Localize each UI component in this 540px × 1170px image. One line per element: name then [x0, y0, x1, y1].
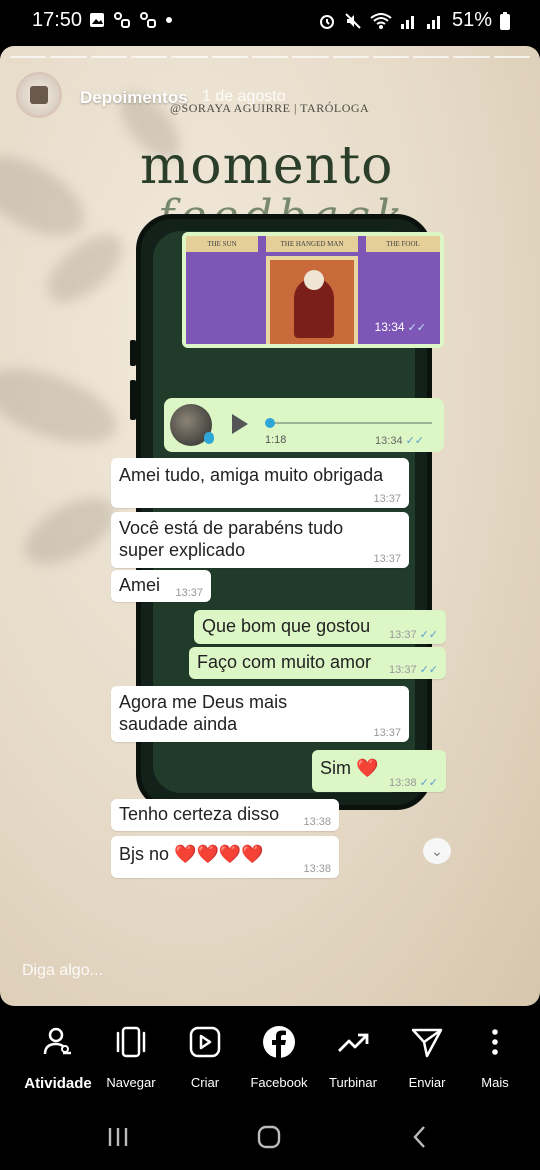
- status-bar: 17:50 51%: [0, 0, 540, 44]
- facebook-icon: [263, 1026, 295, 1058]
- message-bubble[interactable]: Amei tudo, amiga muito obrigada 13:37: [111, 458, 409, 508]
- message-time: 13:38: [303, 863, 331, 875]
- message-text: Que bom que gostou: [202, 616, 371, 636]
- notification-icons: [89, 12, 173, 28]
- message-time: 13:38 ✓✓: [389, 777, 438, 789]
- message-text: Faço com muito amor: [197, 652, 372, 672]
- message-time: 13:34 ✓✓: [374, 320, 426, 334]
- action-label: Navegar: [106, 1075, 156, 1090]
- message-bubble[interactable]: Amei 13:37: [111, 570, 211, 602]
- wifi-icon: [370, 12, 392, 29]
- message-time: 13:37: [373, 493, 401, 505]
- audio-duration: 1:18: [265, 434, 287, 446]
- message-bubble[interactable]: Agora me Deus mais saudade ainda 13:37: [111, 686, 409, 742]
- gallery-icon: [90, 13, 104, 27]
- notification-icon: [114, 12, 130, 28]
- message-time: 13:37 ✓✓: [389, 664, 438, 676]
- tarot-card-image: [266, 256, 358, 344]
- message-time: 13:37 ✓✓: [389, 629, 438, 641]
- signal-icon-2: [426, 15, 440, 29]
- audio-scrubber[interactable]: [265, 418, 275, 428]
- message-time: 13:37: [175, 587, 203, 599]
- status-time: 17:50: [32, 9, 83, 31]
- message-text: Amei tudo, amiga muito obrigada: [119, 465, 384, 485]
- back-icon: [413, 1126, 425, 1148]
- message-text: Amei: [119, 575, 161, 595]
- create-icon: [189, 1026, 221, 1058]
- notification-icon-2: [140, 12, 156, 28]
- story-progress: [10, 56, 531, 58]
- home-icon: [257, 1125, 281, 1149]
- browse-button[interactable]: Navegar: [91, 1021, 171, 1090]
- action-label: Atividade: [24, 1075, 92, 1092]
- send-icon: [411, 1028, 443, 1058]
- story-handle: @SORAYA AGUIRRE | TARÓLOGA: [170, 101, 370, 115]
- recents-button[interactable]: [98, 1120, 138, 1154]
- create-button[interactable]: Criar: [165, 1021, 245, 1090]
- action-label: Turbinar: [329, 1075, 377, 1090]
- home-button[interactable]: [249, 1120, 289, 1154]
- activity-icon: [43, 1027, 71, 1055]
- activity-button[interactable]: Atividade: [18, 1021, 98, 1092]
- action-label: Mais: [481, 1075, 509, 1090]
- story-action-bar: Atividade Navegar Criar Facebook Turbina…: [0, 1007, 540, 1102]
- back-button[interactable]: [400, 1120, 440, 1154]
- audio-progress[interactable]: [272, 422, 432, 424]
- dot-icon: [166, 17, 172, 23]
- scroll-down-icon[interactable]: ⌄: [423, 838, 451, 864]
- browse-icon: [116, 1026, 146, 1058]
- signal-icon: [400, 15, 414, 29]
- message-time: 13:34 ✓✓: [375, 435, 424, 447]
- recents-icon: [108, 1128, 128, 1146]
- reply-input[interactable]: Diga algo...: [22, 962, 103, 980]
- message-time: 13:37: [373, 727, 401, 739]
- story-title: momento: [140, 136, 394, 196]
- message-bubble[interactable]: Tenho certeza disso 13:38: [111, 799, 339, 831]
- message-text: Você está de parabéns tudo super explica…: [119, 518, 344, 560]
- message-text: Bjs no ❤️❤️❤️❤️: [119, 844, 264, 864]
- boost-icon: [338, 1033, 369, 1052]
- facebook-button[interactable]: Facebook: [239, 1021, 319, 1090]
- message-time: 13:38: [303, 816, 331, 828]
- message-time: 13:37: [373, 553, 401, 565]
- battery-percent: 51%: [451, 9, 492, 31]
- alarm-icon: [319, 14, 334, 29]
- boost-button[interactable]: Turbinar: [313, 1021, 393, 1090]
- message-bubble[interactable]: Você está de parabéns tudo super explica…: [111, 512, 409, 568]
- action-label: Criar: [190, 1075, 220, 1090]
- more-icon: [492, 1029, 498, 1055]
- play-icon[interactable]: [232, 414, 248, 434]
- mic-icon: [204, 432, 214, 444]
- card-label: THE HANGED MAN: [266, 236, 358, 252]
- message-bubble[interactable]: Sim ❤️ 13:38 ✓✓: [312, 750, 446, 792]
- card-label: THE FOOL: [366, 236, 440, 252]
- message-bubble[interactable]: Bjs no ❤️❤️❤️❤️ 13:38: [111, 836, 339, 878]
- message-bubble[interactable]: Faço com muito amor 13:37 ✓✓: [189, 647, 446, 679]
- card-label: THE SUN: [186, 236, 258, 252]
- audio-message[interactable]: 1:18 13:34 ✓✓: [164, 398, 444, 452]
- message-text: Tenho certeza disso: [119, 804, 280, 824]
- avatar[interactable]: [16, 72, 62, 118]
- message-text: Agora me Deus mais saudade ainda: [119, 692, 288, 734]
- battery-icon: [500, 11, 510, 30]
- action-label: Facebook: [250, 1075, 308, 1090]
- mute-icon: [345, 12, 361, 29]
- status-indicators: 51%: [318, 9, 510, 32]
- system-nav-bar: [0, 1102, 540, 1170]
- message-bubble[interactable]: Que bom que gostou 13:37 ✓✓: [194, 610, 446, 644]
- more-button[interactable]: Mais: [455, 1021, 535, 1090]
- image-message[interactable]: THE SUN THE HANGED MAN THE FOOL 13:34 ✓✓: [182, 232, 444, 348]
- message-text: Sim ❤️: [320, 758, 379, 778]
